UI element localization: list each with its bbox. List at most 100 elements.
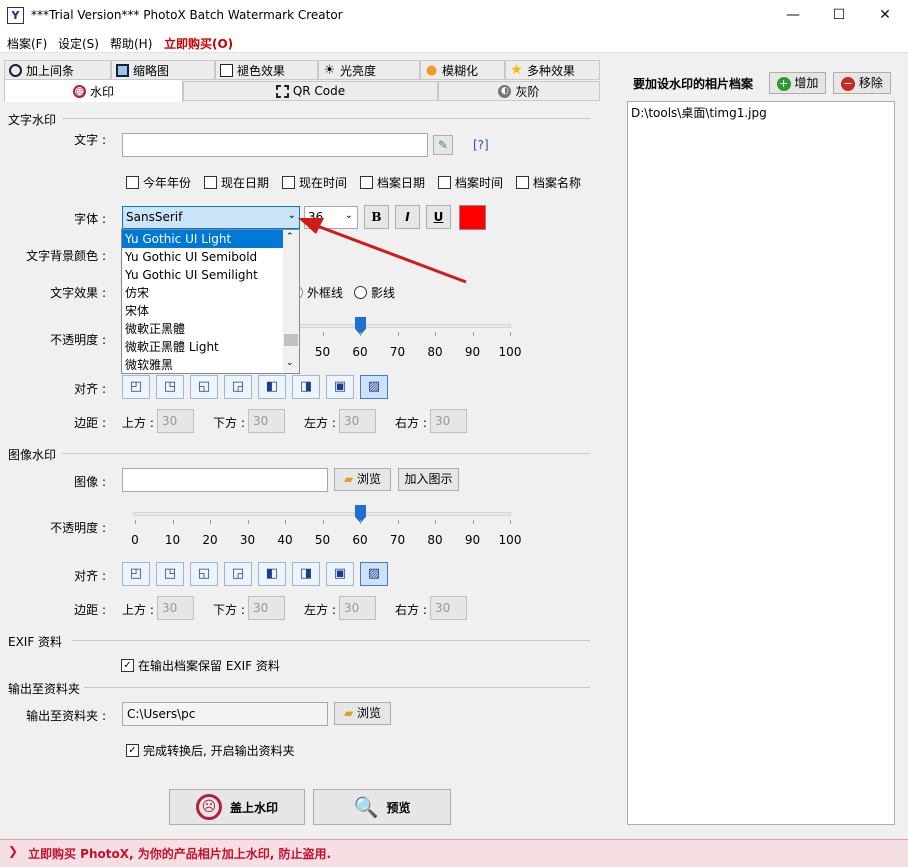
font-select[interactable]: SansSerif ⌄ [122,206,300,229]
margin-top-label: 上方 : [122,416,154,430]
align-position-icon[interactable]: ◨ [292,375,320,399]
option-file-date[interactable]: 档案日期 [360,174,425,191]
align-position-icon[interactable]: ◨ [292,562,320,586]
align-position-icon[interactable]: ◰ [122,562,150,586]
file-list[interactable]: D:\tools\桌面\timg1.jpg [627,101,895,825]
browse-label: 浏览 [357,706,382,720]
font-dropdown-list[interactable]: Yu Gothic UI Light Yu Gothic UI Semibold Y… [121,229,300,374]
tick-mark [322,332,324,336]
align-position-icon[interactable]: ▨ [360,562,388,586]
text-picker-button[interactable]: ✎ [433,135,453,155]
option-file-name[interactable]: 档案名称 [516,174,581,191]
align-position-icon[interactable]: ◧ [258,562,286,586]
promo-bar[interactable]: ❯ 立即购买 PhotoX, 为你的产品相片加上水印, 防止盗用. [0,839,908,867]
minimize-button[interactable]: — [770,0,816,31]
font-option[interactable]: 微软雅黑 [122,356,299,374]
tick-mark [210,520,211,524]
image-browse-button[interactable]: ▰ 浏览 [334,468,391,491]
margin-top-input[interactable]: 30 [157,409,194,433]
font-option[interactable]: 微軟正黑體 Light [122,338,299,356]
tab-fade[interactable]: 褪色效果 [215,60,318,80]
output-browse-button[interactable]: ▰ 浏览 [334,702,391,725]
image-margin-left-input[interactable]: 30 [339,596,376,620]
chevron-down-icon[interactable]: ⌄ [286,358,294,368]
scroll-thumb[interactable] [284,334,298,346]
keep-exif-checkbox[interactable]: ✓ 在输出档案保留 EXIF 资料 [121,657,280,674]
maximize-button[interactable]: ☐ [816,0,862,31]
align-position-icon[interactable]: ◰ [122,375,150,399]
option-file-time[interactable]: 档案时间 [438,174,503,191]
align-position-icon[interactable]: ▣ [326,375,354,399]
tab-grayscale[interactable]: ◐ 灰阶 [438,81,600,101]
image-margin-bottom-input[interactable]: 30 [248,596,285,620]
star-icon: ★ [510,61,523,78]
menu-settings[interactable]: 设定(S) [58,35,99,52]
option-current-time[interactable]: 现在时间 [282,174,347,191]
file-item[interactable]: D:\tools\桌面\timg1.jpg [628,102,894,123]
tick-label: 60 [352,533,368,547]
tick-label: 90 [464,345,481,359]
image-margin-right-input[interactable]: 30 [430,596,467,620]
align-position-icon[interactable]: ▨ [360,375,388,399]
tab-label: 水印 [89,84,114,99]
opacity-slider-track[interactable] [298,324,511,328]
help-link[interactable]: [?] [473,138,489,152]
margin-left-input[interactable]: 30 [339,409,376,433]
opacity-label: 不透明度 : [50,333,106,347]
close-button[interactable]: ✕ [862,0,908,31]
margin-bottom-input[interactable]: 30 [248,409,285,433]
align-position-icon[interactable]: ▣ [326,562,354,586]
preview-button[interactable]: 🔍 预览 [313,789,451,825]
align-position-icon[interactable]: ◲ [224,375,252,399]
thumbnail-icon [116,63,129,77]
tick-label: 50 [314,345,331,359]
font-option[interactable]: 宋体 [122,302,299,320]
tab-label: 加上间条 [26,63,75,78]
tab-qrcode[interactable]: QR Code [183,81,438,101]
tab-watermark[interactable]: ☹ 水印 [4,79,183,102]
tab-brightness[interactable]: ☀ 光亮度 [318,60,420,80]
option-current-date[interactable]: 现在日期 [204,174,269,191]
tick-mark [172,520,174,524]
apply-watermark-button[interactable]: ☹ 盖上水印 [169,789,305,825]
font-option[interactable]: Yu Gothic UI Semilight [122,266,299,284]
image-path-input[interactable] [122,468,328,492]
tab-border[interactable]: 加上间条 [4,60,111,80]
brightness-icon: ☀ [323,62,336,78]
add-file-button[interactable]: + 增加 [769,72,826,94]
font-option[interactable]: 微軟正黑體 [122,320,299,338]
tab-thumbnail[interactable]: 缩略图 [111,60,215,80]
option-year[interactable]: 今年年份 [126,174,191,191]
tick-label: 80 [427,533,443,547]
tab-blur[interactable]: ● 模糊化 [420,60,505,80]
menu-help[interactable]: 帮助(H) [110,35,152,52]
text-input[interactable] [122,133,428,157]
tick-label: 100 [498,533,522,547]
font-option[interactable]: Yu Gothic UI Light [122,230,299,248]
tick-label: 100 [498,345,522,359]
menu-buy[interactable]: 立即购买(O) [164,35,233,52]
align-position-icon[interactable]: ◧ [258,375,286,399]
image-opacity-slider-track[interactable] [133,512,511,516]
output-folder-input[interactable]: C:\Users\pc [122,702,328,726]
remove-file-button[interactable]: − 移除 [833,72,891,94]
title-bar: Y ***Trial Version*** PhotoX Batch Water… [0,0,908,31]
open-folder-checkbox[interactable]: ✓ 完成转换后, 开启输出资料夹 [126,742,295,759]
qrcode-icon [275,84,289,98]
add-icon-button[interactable]: 加入图示 [398,468,459,491]
font-option[interactable]: Yu Gothic UI Semibold [122,248,299,266]
image-margin-top-input[interactable]: 30 [157,596,194,620]
align-position-icon[interactable]: ◲ [224,562,252,586]
menu-file[interactable]: 档案(F) [7,35,47,52]
font-option[interactable]: 仿宋 [122,284,299,302]
tick-label: 90 [464,533,481,547]
align-position-icon[interactable]: ◳ [156,562,184,586]
align-position-icon[interactable]: ◱ [190,562,218,586]
margin-right-input[interactable]: 30 [430,409,467,433]
tick-mark [322,520,324,524]
align-position-icon[interactable]: ◳ [156,375,184,399]
align-position-icon[interactable]: ◱ [190,375,218,399]
tab-effects[interactable]: ★ 多种效果 [505,60,600,80]
folder-icon: ▰ [343,472,354,486]
option-label: 今年年份 [143,176,192,190]
